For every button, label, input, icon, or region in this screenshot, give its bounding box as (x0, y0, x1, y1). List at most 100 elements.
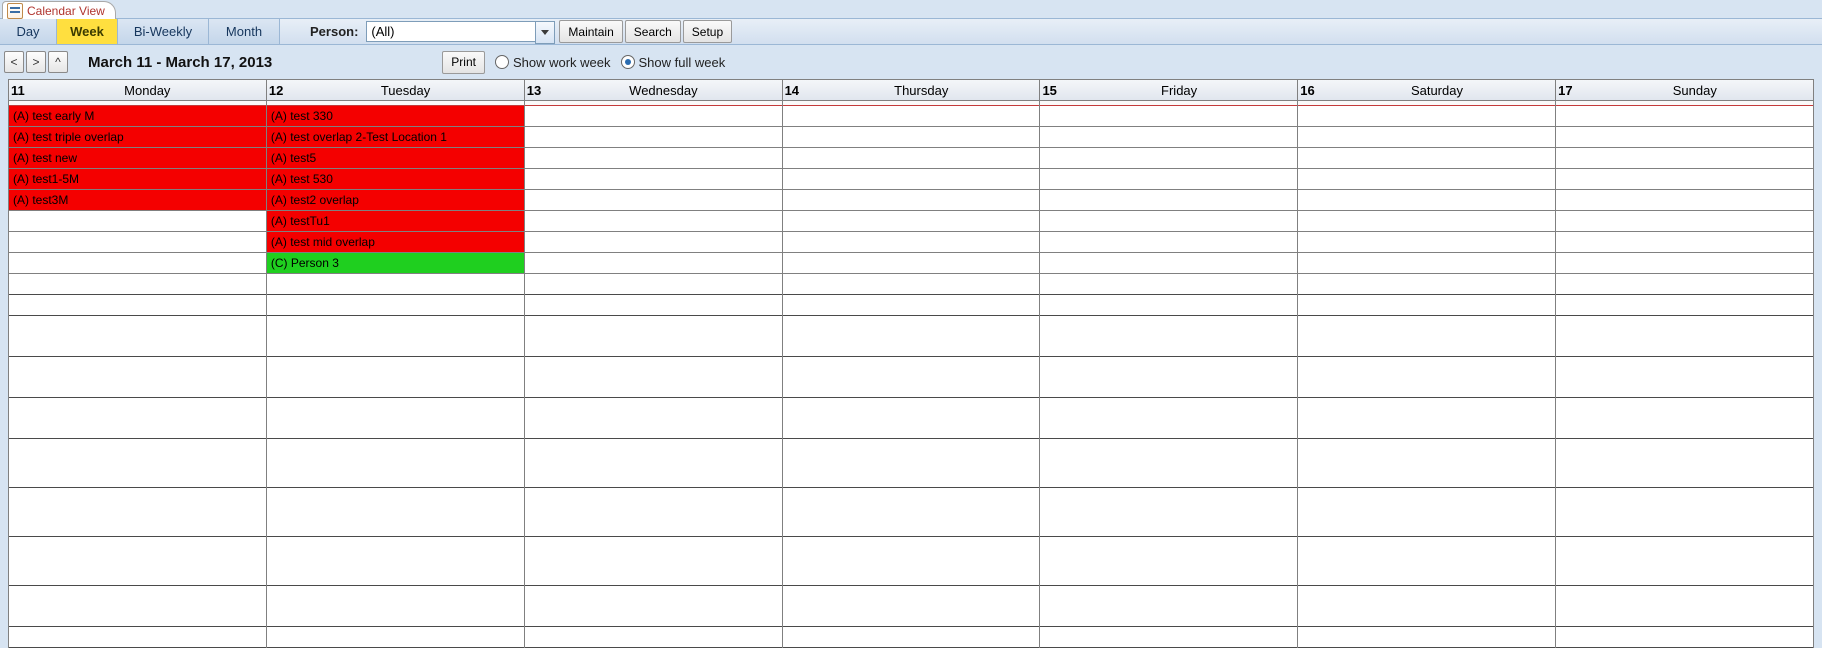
time-slot[interactable] (783, 295, 1040, 316)
time-slot[interactable] (783, 127, 1040, 148)
time-slot[interactable] (783, 106, 1040, 127)
time-slot[interactable] (1040, 253, 1297, 274)
time-slot[interactable] (525, 627, 782, 648)
next-button[interactable]: > (26, 51, 46, 73)
view-tab-month[interactable]: Month (209, 19, 280, 44)
time-slot[interactable] (783, 586, 1040, 627)
time-slot[interactable] (267, 537, 524, 586)
person-input[interactable] (366, 21, 535, 42)
time-slot[interactable] (525, 586, 782, 627)
time-slot[interactable] (267, 357, 524, 398)
time-slot[interactable] (783, 253, 1040, 274)
time-slot[interactable] (525, 439, 782, 488)
radio-full-week[interactable]: Show full week (621, 55, 726, 70)
calendar-event[interactable]: (A) test triple overlap (9, 127, 266, 148)
time-slot[interactable] (783, 232, 1040, 253)
time-slot[interactable] (783, 357, 1040, 398)
time-slot[interactable] (1556, 148, 1813, 169)
time-slot[interactable] (783, 316, 1040, 357)
time-slot[interactable] (525, 211, 782, 232)
time-slot[interactable] (783, 190, 1040, 211)
day-header[interactable]: 13Wednesday (524, 79, 782, 101)
calendar-event[interactable]: (A) test new (9, 148, 266, 169)
time-slot[interactable] (9, 357, 266, 398)
time-slot[interactable] (525, 127, 782, 148)
time-slot[interactable] (1556, 232, 1813, 253)
calendar-event[interactable]: (A) test early M (9, 106, 266, 127)
time-slot[interactable] (783, 211, 1040, 232)
calendar-event[interactable]: (A) test1-5M (9, 169, 266, 190)
time-slot[interactable] (9, 488, 266, 537)
time-slot[interactable] (1556, 169, 1813, 190)
time-slot[interactable] (1556, 627, 1813, 648)
time-slot[interactable] (1298, 586, 1555, 627)
time-slot[interactable] (1556, 253, 1813, 274)
time-slot[interactable] (267, 439, 524, 488)
radio-work-week[interactable]: Show work week (495, 55, 611, 70)
time-slot[interactable] (1040, 627, 1297, 648)
time-slot[interactable] (525, 398, 782, 439)
time-slot[interactable] (267, 316, 524, 357)
time-slot[interactable] (267, 627, 524, 648)
time-slot[interactable] (267, 274, 524, 295)
time-slot[interactable] (1556, 439, 1813, 488)
day-header[interactable]: 17Sunday (1555, 79, 1814, 101)
time-slot[interactable] (1298, 148, 1555, 169)
view-tab-day[interactable]: Day (0, 19, 57, 44)
time-slot[interactable] (525, 357, 782, 398)
time-slot[interactable] (1040, 211, 1297, 232)
view-tab-biweekly[interactable]: Bi-Weekly (118, 19, 209, 44)
time-slot[interactable] (1298, 253, 1555, 274)
time-slot[interactable] (1298, 316, 1555, 357)
time-slot[interactable] (525, 488, 782, 537)
time-slot[interactable] (1298, 211, 1555, 232)
form-tab-calendar-view[interactable]: Calendar View (2, 1, 116, 19)
time-slot[interactable] (1298, 488, 1555, 537)
time-slot[interactable] (1040, 274, 1297, 295)
time-slot[interactable] (1298, 106, 1555, 127)
time-slot[interactable] (1556, 586, 1813, 627)
time-slot[interactable] (783, 537, 1040, 586)
time-slot[interactable] (525, 537, 782, 586)
day-header[interactable]: 16Saturday (1297, 79, 1555, 101)
time-slot[interactable] (1040, 488, 1297, 537)
time-slot[interactable] (9, 627, 266, 648)
time-slot[interactable] (783, 169, 1040, 190)
time-slot[interactable] (1040, 148, 1297, 169)
time-slot[interactable] (9, 211, 266, 232)
time-slot[interactable] (267, 488, 524, 537)
time-slot[interactable] (267, 586, 524, 627)
time-slot[interactable] (1298, 357, 1555, 398)
view-tab-week[interactable]: Week (57, 19, 118, 44)
time-slot[interactable] (1556, 537, 1813, 586)
maintain-button[interactable]: Maintain (559, 20, 622, 43)
day-header[interactable]: 12Tuesday (266, 79, 524, 101)
time-slot[interactable] (1556, 127, 1813, 148)
time-slot[interactable] (1298, 169, 1555, 190)
time-slot[interactable] (1298, 537, 1555, 586)
time-slot[interactable] (9, 439, 266, 488)
time-slot[interactable] (525, 169, 782, 190)
up-button[interactable]: ^ (48, 51, 68, 73)
time-slot[interactable] (9, 274, 266, 295)
time-slot[interactable] (267, 295, 524, 316)
time-slot[interactable] (1556, 488, 1813, 537)
time-slot[interactable] (1556, 398, 1813, 439)
time-slot[interactable] (1040, 127, 1297, 148)
time-slot[interactable] (1040, 398, 1297, 439)
time-slot[interactable] (1040, 295, 1297, 316)
day-header[interactable]: 14Thursday (782, 79, 1040, 101)
time-slot[interactable] (525, 232, 782, 253)
time-slot[interactable] (1040, 106, 1297, 127)
time-slot[interactable] (1298, 439, 1555, 488)
day-header[interactable]: 11Monday (8, 79, 266, 101)
time-slot[interactable] (9, 232, 266, 253)
time-slot[interactable] (783, 398, 1040, 439)
time-slot[interactable] (1040, 190, 1297, 211)
time-slot[interactable] (1040, 357, 1297, 398)
time-slot[interactable] (1298, 274, 1555, 295)
time-slot[interactable] (9, 537, 266, 586)
time-slot[interactable] (525, 295, 782, 316)
time-slot[interactable] (1556, 316, 1813, 357)
person-dropdown-button[interactable] (535, 21, 555, 44)
